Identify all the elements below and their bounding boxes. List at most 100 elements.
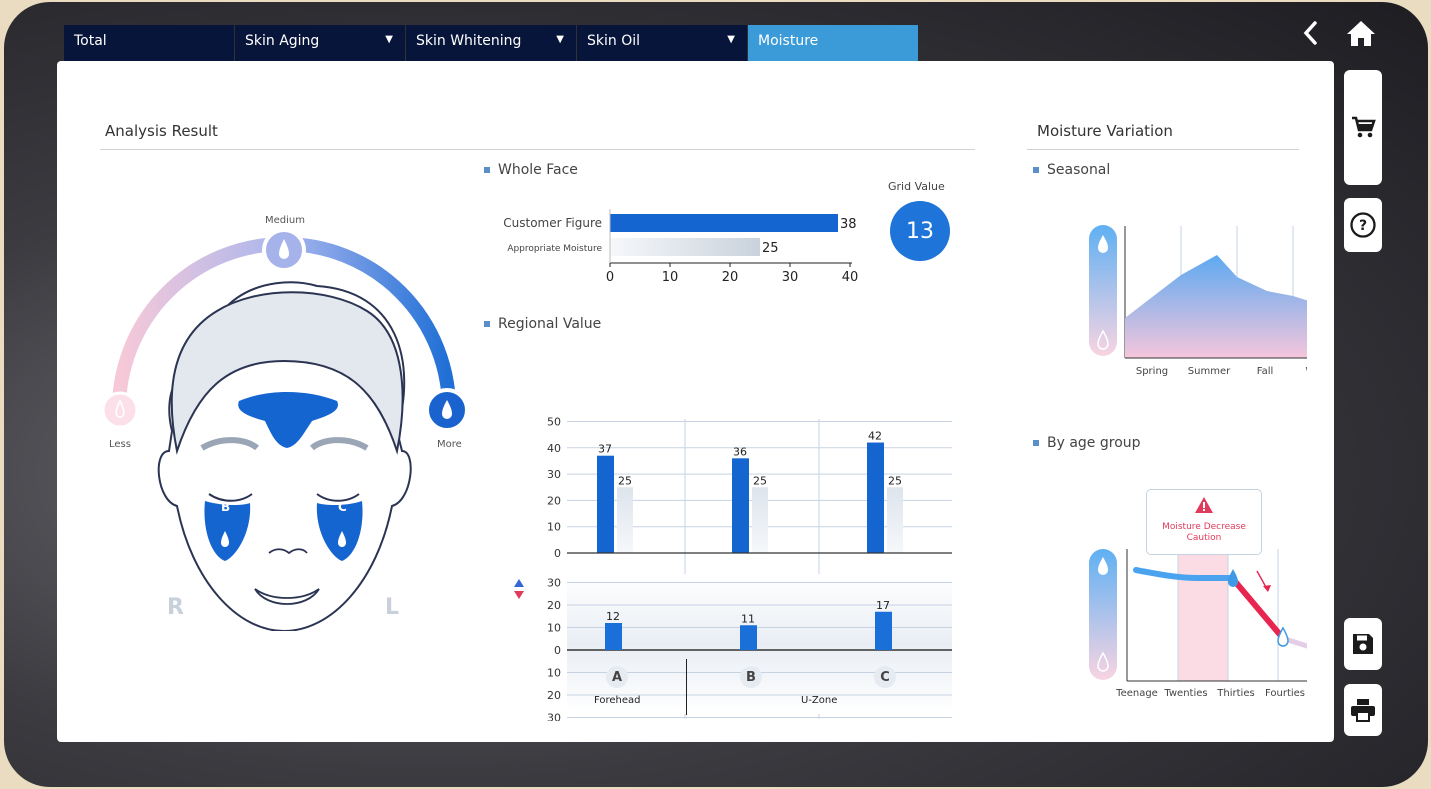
bar-value-label: 37 [598,443,612,456]
cart-icon [1352,116,1376,137]
cart-button[interactable] [1344,70,1382,185]
category-tabs: Total Skin Aging ▼ Skin Whitening ▼ Skin O… [64,25,919,61]
bar-value-label: 17 [876,599,890,612]
y-tick-label: 20 [547,599,561,612]
tab-total[interactable]: Total [64,25,234,61]
tab-moisture[interactable]: Moisture [748,25,918,61]
top-nav [1296,18,1376,48]
bar-deviation [875,611,892,650]
x-tick-label: Thirties [1216,688,1254,699]
tab-skin-whitening[interactable]: Skin Whitening ▼ [406,25,576,61]
y-tick-label: 20 [547,689,561,702]
tab-label: Skin Whitening [416,33,522,49]
y-tick-label: 30 [547,712,561,722]
caret-down-icon: ▼ [727,34,735,45]
updown-arrow-icon [514,579,524,599]
save-button[interactable] [1344,618,1382,670]
y-tick-label: 10 [547,622,561,635]
tab-label: Total [74,33,107,49]
bar-value-label: 25 [762,241,779,256]
moisture-caution-tooltip: Moisture Decrease Caution [1146,489,1262,555]
bar-value-label: 36 [733,445,747,458]
seasonal-area [1125,255,1307,358]
y-tick-label: 40 [547,442,561,455]
help-icon: ? [1350,212,1376,238]
warning-icon [1195,497,1213,513]
help-button[interactable]: ? [1344,198,1382,252]
scale-more-label: More [437,439,462,450]
y-tick-label: 30 [547,468,561,481]
divider [1027,149,1299,150]
seasonal-chart: Spring Summer Fall Winter [1089,225,1307,377]
zone-a-label: A [279,381,289,395]
caution-line-2: Caution [1186,533,1222,543]
tab-label: Moisture [758,33,819,49]
zone-b-marker: B [740,666,762,688]
x-tick-label: 40 [842,270,859,285]
bar-customer [597,455,614,553]
svg-text:?: ? [1359,218,1367,234]
bar-deviation [605,623,622,650]
bar-customer [610,214,838,232]
analysis-result-title: Analysis Result [105,122,218,140]
caution-line-1: Moisture Decrease [1162,522,1246,532]
whole-face-title: Whole Face [484,162,578,178]
zone-b-label: B [221,500,231,514]
scale-medium-label: Medium [265,215,305,226]
x-tick-label: Teenage [1115,688,1158,699]
bar-value-label: 38 [840,217,857,232]
x-tick-label: Winter [1306,366,1307,377]
group-divider [686,659,687,715]
zone-a-marker: A [606,666,628,688]
seasonal-title: Seasonal [1033,162,1110,178]
scale-less-label: Less [109,439,131,450]
bar-value-label: 25 [888,474,902,487]
face-moisture-map [101,228,469,631]
age-group-title: By age group [1033,435,1141,451]
y-tick-label: 30 [547,577,561,590]
bar-customer [732,458,749,553]
tab-skin-aging[interactable]: Skin Aging ▼ [235,25,405,61]
regional-chart: 0 10 20 30 40 50 37 36 42 25 25 25 30 20 10 0 10 20 30 12 11… [547,416,952,722]
bar-appropriate [617,487,633,553]
caret-down-icon: ▼ [556,34,564,45]
bar-deviation [740,625,757,650]
caret-down-icon: ▼ [385,34,393,45]
zone-c-label: C [338,500,347,514]
tab-label: Skin Oil [587,33,641,49]
tab-label: Skin Aging [245,33,320,49]
age-group-chart: TeenageTwentiesThirtiesFourtiesFifties [1089,549,1307,699]
divider [100,149,975,150]
home-icon[interactable] [1346,18,1376,48]
x-tick-label: Fourties [1265,688,1305,699]
bar-value-label: 42 [868,430,882,443]
grid-value-badge: 13 [890,201,950,261]
grid-value-label: Grid Value [888,180,945,193]
bar-appropriate [752,487,768,553]
whole-face-chart: 38 Customer Figure 25 Appropriate Moisture 0… [503,209,859,285]
drop-marker-icon [1228,569,1238,587]
back-icon[interactable] [1296,18,1326,48]
bar-customer [867,442,884,553]
forehead-label: Forehead [594,695,641,706]
x-tick-label: Summer [1188,366,1231,377]
category-label: Appropriate Moisture [507,244,602,254]
tab-skin-oil[interactable]: Skin Oil ▼ [577,25,747,61]
y-tick-label: 20 [547,494,561,507]
bar-value-label: 25 [753,474,767,487]
caution-highlight [1178,549,1228,681]
print-button[interactable] [1344,684,1382,736]
bar-appropriate [887,487,903,553]
y-tick-label: 0 [554,644,561,657]
bar-value-label: 11 [741,612,755,625]
y-tick-label: 10 [547,521,561,534]
x-tick-label: Twenties [1163,688,1207,699]
u-zone-label: U-Zone [801,695,838,706]
main-panel: Analysis Result Medium Less More A B C R… [57,61,1334,742]
right-side-label: R [167,595,184,620]
bar-value-label: 25 [618,474,632,487]
save-icon [1353,634,1373,654]
lower-background [567,574,952,714]
decline-arrow-head [1263,585,1271,592]
x-tick-label: 30 [782,270,799,285]
